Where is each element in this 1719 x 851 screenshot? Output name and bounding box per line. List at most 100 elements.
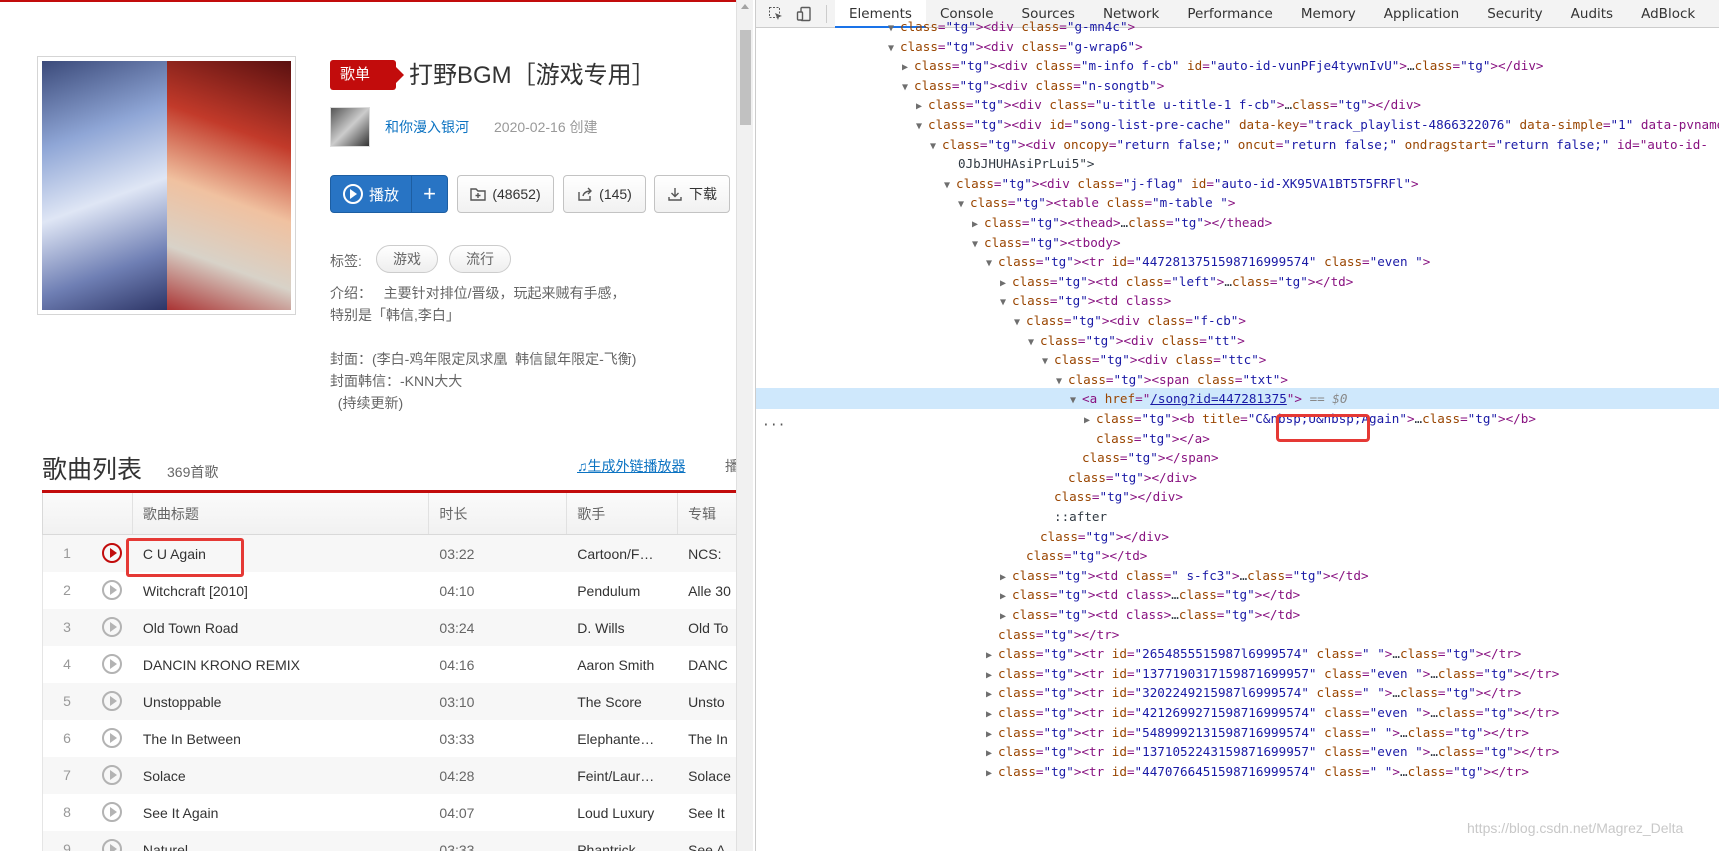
add-to-queue-button[interactable]: + xyxy=(412,176,447,212)
devtools-tab-security[interactable]: Security xyxy=(1473,0,1556,28)
song-album-link[interactable]: DANC xyxy=(678,657,736,673)
devtools-tab-memory[interactable]: Memory xyxy=(1287,0,1370,28)
dom-node-line[interactable]: class="tg"></td> xyxy=(756,545,1147,566)
table-row[interactable]: 2 Witchcraft [2010] 04:10 Pendulum Alle 30 xyxy=(42,572,736,609)
devtools-tab-performance[interactable]: Performance xyxy=(1173,0,1287,28)
dom-node-line[interactable]: ▶ class="tg"><td class>…class="tg"></td> xyxy=(756,604,1300,625)
tag-game[interactable]: 游戏 xyxy=(376,245,438,273)
song-album-link[interactable]: Solace xyxy=(678,768,736,784)
dom-node-line[interactable]: ▼ class="tg"><div oncopy="return false;" … xyxy=(756,134,1708,155)
song-album-link[interactable]: Old To xyxy=(678,620,736,636)
page-scrollbar[interactable] xyxy=(736,0,753,851)
dom-node-line[interactable]: ▼ class="tg"><div id="song-list-pre-cache… xyxy=(756,114,1719,135)
download-button[interactable]: 下载 xyxy=(654,175,730,213)
song-album-link[interactable]: See It xyxy=(678,805,736,821)
song-artist-link[interactable]: Feint/Laur… xyxy=(567,768,678,784)
creator-avatar[interactable] xyxy=(330,107,370,147)
dom-node-line[interactable]: ▶ class="tg"><tr id="13710522431598716999… xyxy=(756,741,1559,762)
dom-node-line[interactable]: 0JbJHUHAsiPrLui5"> xyxy=(756,153,1094,174)
dom-node-line[interactable]: ▼ class="tg"><div class="ttc"> xyxy=(756,349,1266,370)
dom-node-line[interactable]: class="tg"></tr> xyxy=(756,624,1119,645)
dom-node-line[interactable]: ▶ class="tg"><div class="u-title u-title-… xyxy=(756,94,1421,115)
song-title-link[interactable]: The In Between xyxy=(133,731,430,747)
table-row[interactable]: 8 See It Again 04:07 Loud Luxury See It xyxy=(42,794,736,831)
song-album-link[interactable]: NCS: xyxy=(678,546,736,562)
song-album-link[interactable]: Unsto xyxy=(678,694,736,710)
play-song-icon[interactable] xyxy=(102,802,122,822)
dom-node-line[interactable]: ▼ class="tg"><div class="f-cb"> xyxy=(756,310,1246,331)
dom-node-line[interactable]: ▼ class="tg"><div class="g-mn4c"> xyxy=(756,16,1135,37)
dom-node-line[interactable]: ▶ class="tg"><td class=" s-fc3">…class="t… xyxy=(756,565,1369,586)
dom-node-line[interactable]: ▼ class="tg"><div class="tt"> xyxy=(756,330,1245,351)
scroll-up-arrow[interactable] xyxy=(741,4,749,9)
dom-node-line[interactable]: ▼ class="tg"><td class> xyxy=(756,290,1171,311)
play-song-icon[interactable] xyxy=(102,543,122,563)
play-song-icon[interactable] xyxy=(102,765,122,785)
song-title-link[interactable]: Unstoppable xyxy=(133,694,430,710)
play-song-icon[interactable] xyxy=(102,654,122,674)
dom-node-line[interactable]: ▶ class="tg"><tr id="44707664515987169995… xyxy=(756,761,1529,782)
dom-node-line[interactable]: ::after xyxy=(756,506,1107,527)
dom-node-line[interactable]: class="tg"></a> xyxy=(756,428,1210,449)
dom-node-line[interactable]: ▼ class="tg"><div class="j-flag" id="auto… xyxy=(756,173,1419,194)
dom-node-line[interactable]: class="tg"></div> xyxy=(756,526,1169,547)
song-artist-link[interactable]: Phantrick xyxy=(567,842,678,851)
song-artist-link[interactable]: Loud Luxury xyxy=(567,805,678,821)
song-artist-link[interactable]: D. Wills xyxy=(567,620,678,636)
play-song-icon[interactable] xyxy=(102,580,122,600)
dom-node-line[interactable]: ▶ class="tg"><tr id="54899921315987169995… xyxy=(756,722,1529,743)
dom-node-line[interactable]: ▼ class="tg"><tr id="44728137515987169995… xyxy=(756,251,1430,272)
table-row[interactable]: 5 Unstoppable 03:10 The Score Unsto xyxy=(42,683,736,720)
song-title-link[interactable]: See It Again xyxy=(133,805,430,821)
devtools-tab-adblock[interactable]: AdBlock xyxy=(1627,0,1709,28)
song-title-link[interactable]: Witchcraft [2010] xyxy=(133,583,430,599)
playlist-cover[interactable] xyxy=(37,56,296,315)
song-title-link[interactable]: Solace xyxy=(133,768,430,784)
collect-button[interactable]: (48652) xyxy=(457,175,554,213)
song-title-link[interactable]: Naturel xyxy=(133,842,430,851)
dom-node-line[interactable]: ▶ class="tg"><div class="m-info f-cb" id=… xyxy=(756,55,1544,76)
song-artist-link[interactable]: Pendulum xyxy=(567,583,678,599)
table-row[interactable]: 7 Solace 04:28 Feint/Laur… Solace xyxy=(42,757,736,794)
creator-link[interactable]: 和你漫入银河 xyxy=(385,117,469,137)
song-artist-link[interactable]: Cartoon/F… xyxy=(567,546,678,562)
song-title-link[interactable]: DANCIN KRONO REMIX xyxy=(133,657,430,673)
play-song-icon[interactable] xyxy=(102,728,122,748)
dom-node-line[interactable]: ▶ class="tg"><td class="left">…class="tg"… xyxy=(756,271,1353,292)
table-row[interactable]: 4 DANCIN KRONO REMIX 04:16 Aaron Smith DANC xyxy=(42,646,736,683)
play-song-icon[interactable] xyxy=(102,691,122,711)
dom-node-line[interactable]: ▼ class="tg"><span class="txt"> xyxy=(756,369,1288,390)
table-row[interactable]: 9 Naturel 03:33 Phantrick See A xyxy=(42,831,736,851)
dom-node-line[interactable]: ▶ class="tg"><tr id="13771903171598716999… xyxy=(756,663,1559,684)
dom-node-line[interactable]: ▶ class="tg"><tr id="2654855515987l699957… xyxy=(756,643,1521,664)
dom-node-line[interactable]: ▶ class="tg"><b title="C&nbsp;U&nbsp;Agai… xyxy=(756,408,1536,429)
scroll-thumb[interactable] xyxy=(740,30,751,125)
generate-player-link[interactable]: ♫生成外链播放器 xyxy=(577,456,686,476)
dom-node-line[interactable]: class="tg"></div> xyxy=(756,467,1197,488)
play-song-icon[interactable] xyxy=(102,617,122,637)
share-button[interactable]: (145) xyxy=(563,175,646,213)
dom-node-line[interactable]: ▶ class="tg"><tr id="42126992715987169995… xyxy=(756,702,1559,723)
song-album-link[interactable]: The In xyxy=(678,731,736,747)
dom-node-line[interactable]: class="tg"></div> xyxy=(756,486,1183,507)
dom-node-line[interactable]: ▶ class="tg"><thead>…class="tg"></thead> xyxy=(756,212,1272,233)
song-album-link[interactable]: Alle 30 xyxy=(678,583,736,599)
dom-node-line[interactable]: ▼ class="tg"><div class="g-wrap6"> xyxy=(756,36,1143,57)
table-row[interactable]: 6 The In Between 03:33 Elephante… The In xyxy=(42,720,736,757)
play-button[interactable]: 播放 xyxy=(331,176,412,212)
devtools-tab-audits[interactable]: Audits xyxy=(1557,0,1627,28)
tag-pop[interactable]: 流行 xyxy=(449,245,511,273)
table-row[interactable]: 3 Old Town Road 03:24 D. Wills Old To xyxy=(42,609,736,646)
song-album-link[interactable]: See A xyxy=(678,842,736,851)
song-artist-link[interactable]: Aaron Smith xyxy=(567,657,678,673)
selected-dom-node[interactable]: ▼ <a href="/song?id=447281375"> == $0 xyxy=(756,388,1719,410)
node-actions-ellipsis[interactable]: ··· xyxy=(762,418,785,433)
song-artist-link[interactable]: The Score xyxy=(567,694,678,710)
dom-node-line[interactable]: ▼ class="tg"><table class="m-table "> xyxy=(756,192,1235,213)
dom-node-line[interactable]: ▶ class="tg"><td class>…class="tg"></td> xyxy=(756,584,1300,605)
dom-node-line[interactable]: ▶ class="tg"><tr id="3202249215987l699957… xyxy=(756,682,1521,703)
dom-node-line[interactable]: class="tg"></span> xyxy=(756,447,1219,468)
song-artist-link[interactable]: Elephante… xyxy=(567,731,678,747)
dom-node-line[interactable]: ▼ class="tg"><div class="n-songtb"> xyxy=(756,75,1164,96)
dom-node-line[interactable]: ▼ class="tg"><tbody> xyxy=(756,232,1121,253)
